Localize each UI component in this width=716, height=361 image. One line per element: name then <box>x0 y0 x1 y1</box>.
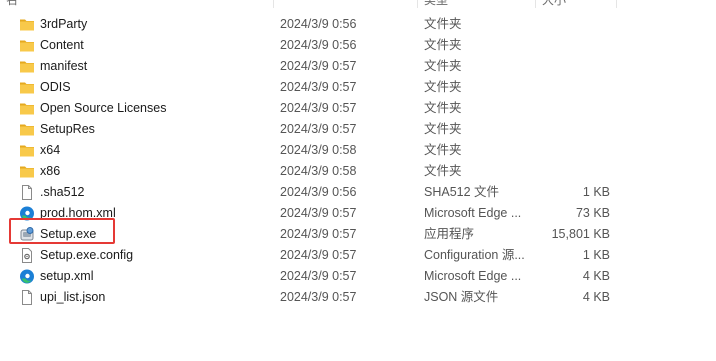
file-row[interactable]: SetupRes 2024/3/9 0:57 文件夹 <box>0 119 716 140</box>
file-name: setup.xml <box>40 269 94 283</box>
file-type: 文件夹 <box>424 59 462 73</box>
file-size <box>540 161 610 182</box>
file-name: ODIS <box>40 80 71 94</box>
folder-icon <box>19 161 37 182</box>
column-separator[interactable] <box>273 0 274 8</box>
column-separator[interactable] <box>616 0 617 8</box>
file-name: Content <box>40 38 84 52</box>
folder-icon <box>19 98 37 119</box>
file-row[interactable]: x86 2024/3/9 0:58 文件夹 <box>0 161 716 182</box>
file-row[interactable]: 3rdParty 2024/3/9 0:56 文件夹 <box>0 14 716 35</box>
file-type: 文件夹 <box>424 38 462 52</box>
column-separator[interactable] <box>535 0 536 8</box>
file-date-modified: 2024/3/9 0:56 <box>280 38 357 52</box>
file-name: Open Source Licenses <box>40 101 167 115</box>
file-name: upi_list.json <box>40 290 106 304</box>
file-date-modified: 2024/3/9 0:56 <box>280 17 357 31</box>
file-date-modified: 2024/3/9 0:57 <box>280 80 357 94</box>
file-size: 73 KB <box>575 206 610 220</box>
folder-icon <box>19 35 37 56</box>
file-date-modified: 2024/3/9 0:57 <box>280 59 357 73</box>
file-type: 文件夹 <box>424 164 462 178</box>
file-size <box>540 35 610 56</box>
file-date-modified: 2024/3/9 0:58 <box>280 164 357 178</box>
folder-icon <box>19 77 37 98</box>
column-separator[interactable] <box>417 0 418 8</box>
highlight-annotation <box>9 218 115 244</box>
file-date-modified: 2024/3/9 0:57 <box>280 248 357 262</box>
file-size <box>540 140 610 161</box>
file-row[interactable]: Open Source Licenses 2024/3/9 0:57 文件夹 <box>0 98 716 119</box>
file-date-modified: 2024/3/9 0:57 <box>280 101 357 115</box>
file-row[interactable]: x64 2024/3/9 0:58 文件夹 <box>0 140 716 161</box>
file-type: 文件夹 <box>424 143 462 157</box>
file-name: x86 <box>40 164 61 178</box>
file-date-modified: 2024/3/9 0:57 <box>280 269 357 283</box>
file-size <box>540 119 610 140</box>
file-row[interactable]: upi_list.json 2024/3/9 0:57 JSON 源文件 4 KB <box>0 287 716 308</box>
file-type: SHA512 文件 <box>424 185 500 199</box>
file-size: 1 KB <box>582 248 610 262</box>
file-type: 文件夹 <box>424 101 462 115</box>
file-date-modified: 2024/3/9 0:57 <box>280 206 357 220</box>
file-date-modified: 2024/3/9 0:58 <box>280 143 357 157</box>
file-name: SetupRes <box>40 122 95 136</box>
file-type: JSON 源文件 <box>424 290 499 304</box>
file-type: 文件夹 <box>424 80 462 94</box>
config-file-icon <box>19 245 37 266</box>
file-date-modified: 2024/3/9 0:57 <box>280 290 357 304</box>
column-header-size[interactable]: 大小 <box>542 0 566 8</box>
file-name: Setup.exe.config <box>40 248 134 262</box>
column-header: 名 类型 大小 <box>0 0 716 8</box>
file-name: 3rdParty <box>40 17 88 31</box>
file-size: 4 KB <box>582 269 610 283</box>
file-size <box>540 56 610 77</box>
file-size: 4 KB <box>582 290 610 304</box>
file-name: .sha512 <box>40 185 85 199</box>
file-row[interactable]: manifest 2024/3/9 0:57 文件夹 <box>0 56 716 77</box>
file-row[interactable]: setup.xml 2024/3/9 0:57 Microsoft Edge ...… <box>0 266 716 287</box>
file-size <box>540 14 610 35</box>
column-header-name[interactable]: 名 <box>6 0 18 8</box>
file-icon <box>19 287 37 308</box>
file-type: 文件夹 <box>424 122 462 136</box>
file-name: x64 <box>40 143 61 157</box>
edge-icon <box>19 266 37 287</box>
file-type: Configuration 源... <box>424 248 525 262</box>
file-type: 文件夹 <box>424 17 462 31</box>
file-size: 1 KB <box>582 185 610 199</box>
file-explorer: 名 类型 大小 3rdParty 2024/3/9 0:56 文件夹 Content 2… <box>0 0 716 361</box>
file-date-modified: 2024/3/9 0:57 <box>280 122 357 136</box>
file-date-modified: 2024/3/9 0:56 <box>280 185 357 199</box>
file-row[interactable]: Content 2024/3/9 0:56 文件夹 <box>0 35 716 56</box>
folder-icon <box>19 14 37 35</box>
file-type: Microsoft Edge ... <box>424 269 522 283</box>
file-date-modified: 2024/3/9 0:57 <box>280 227 357 241</box>
folder-icon <box>19 119 37 140</box>
file-icon <box>19 182 37 203</box>
file-type: 应用程序 <box>424 227 475 241</box>
file-row[interactable]: ODIS 2024/3/9 0:57 文件夹 <box>0 77 716 98</box>
file-name: manifest <box>40 59 88 73</box>
folder-icon <box>19 140 37 161</box>
file-row[interactable]: Setup.exe.config 2024/3/9 0:57 Configurati… <box>0 245 716 266</box>
file-size <box>540 77 610 98</box>
file-list: 3rdParty 2024/3/9 0:56 文件夹 Content 2024/3/9 … <box>0 14 716 308</box>
file-size: 15,801 KB <box>551 227 610 241</box>
folder-icon <box>19 56 37 77</box>
file-row[interactable]: .sha512 2024/3/9 0:56 SHA512 文件 1 KB <box>0 182 716 203</box>
file-type: Microsoft Edge ... <box>424 206 522 220</box>
column-header-type[interactable]: 类型 <box>424 0 448 8</box>
file-size <box>540 98 610 119</box>
